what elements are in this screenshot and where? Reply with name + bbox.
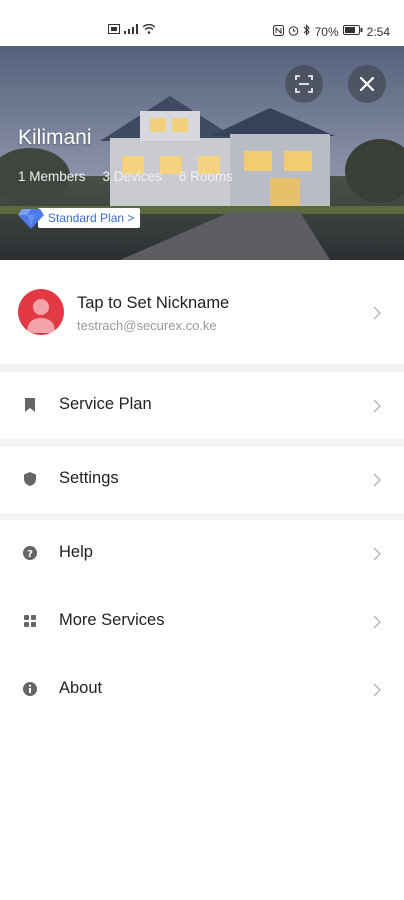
devices-count[interactable]: 3 Devices: [103, 169, 162, 184]
status-right: 70% 2:54: [272, 24, 390, 39]
nickname-prompt: Tap to Set Nickname: [77, 294, 230, 312]
battery-icon: [342, 25, 363, 38]
chevron-right-icon: [372, 473, 382, 487]
signal-icon: [124, 24, 138, 37]
help-icon: ?: [22, 545, 38, 561]
separator: [0, 364, 404, 372]
menu-item-more-services[interactable]: More Services: [0, 588, 404, 656]
grid-icon: [22, 613, 38, 629]
home-header: Kilimani 1 Members 3 Devices 6 Rooms Sta…: [0, 46, 404, 260]
status-time: 2:54: [366, 24, 390, 39]
shield-icon: [22, 471, 38, 487]
menu-item-settings[interactable]: Settings: [0, 447, 404, 515]
chevron-right-icon: [372, 615, 382, 629]
bookmark-icon: [22, 397, 38, 413]
standard-plan-badge[interactable]: Standard Plan >: [18, 206, 141, 230]
separator: [0, 439, 404, 447]
info-icon: [22, 681, 38, 697]
menu-label-service-plan: Service Plan: [59, 395, 152, 413]
rooms-count[interactable]: 6 Rooms: [179, 169, 233, 184]
bluetooth-icon: [303, 24, 311, 39]
chevron-right-icon: [372, 547, 382, 561]
standard-plan-label: Standard Plan >: [38, 208, 141, 228]
scan-icon: [295, 75, 313, 93]
home-stats: 1 Members 3 Devices 6 Rooms: [18, 169, 233, 184]
user-avatar-icon: [27, 299, 55, 333]
profile-row[interactable]: Tap to Set Nickname testrach@securex.co.…: [0, 260, 404, 364]
status-bar: 70% 2:54: [0, 0, 404, 46]
svg-text:?: ?: [27, 549, 33, 560]
menu-item-about[interactable]: About: [0, 656, 404, 724]
menu-label-more-services: More Services: [59, 611, 165, 629]
menu-label-about: About: [59, 679, 103, 697]
chevron-right-icon: [372, 306, 382, 320]
status-left: [108, 23, 156, 37]
members-count[interactable]: 1 Members: [18, 169, 86, 184]
avatar[interactable]: [18, 289, 64, 335]
sim-icon: [108, 24, 120, 37]
diamond-icon: [18, 209, 44, 229]
menu-item-service-plan[interactable]: Service Plan: [0, 372, 404, 440]
menu-item-help[interactable]: ? Help: [0, 520, 404, 588]
close-icon: [359, 76, 375, 92]
wifi-icon: [142, 23, 156, 37]
home-name: Kilimani: [18, 126, 92, 149]
alarm-icon: [288, 25, 299, 39]
account-email: testrach@securex.co.ke: [77, 318, 217, 333]
menu-label-settings: Settings: [59, 469, 119, 487]
chevron-right-icon: [372, 683, 382, 697]
close-button[interactable]: [348, 65, 386, 103]
nfc-icon: [272, 24, 284, 39]
scan-button[interactable]: [285, 65, 323, 103]
menu-label-help: Help: [59, 543, 93, 561]
battery-percent: 70%: [314, 24, 339, 39]
chevron-right-icon: [372, 399, 382, 413]
